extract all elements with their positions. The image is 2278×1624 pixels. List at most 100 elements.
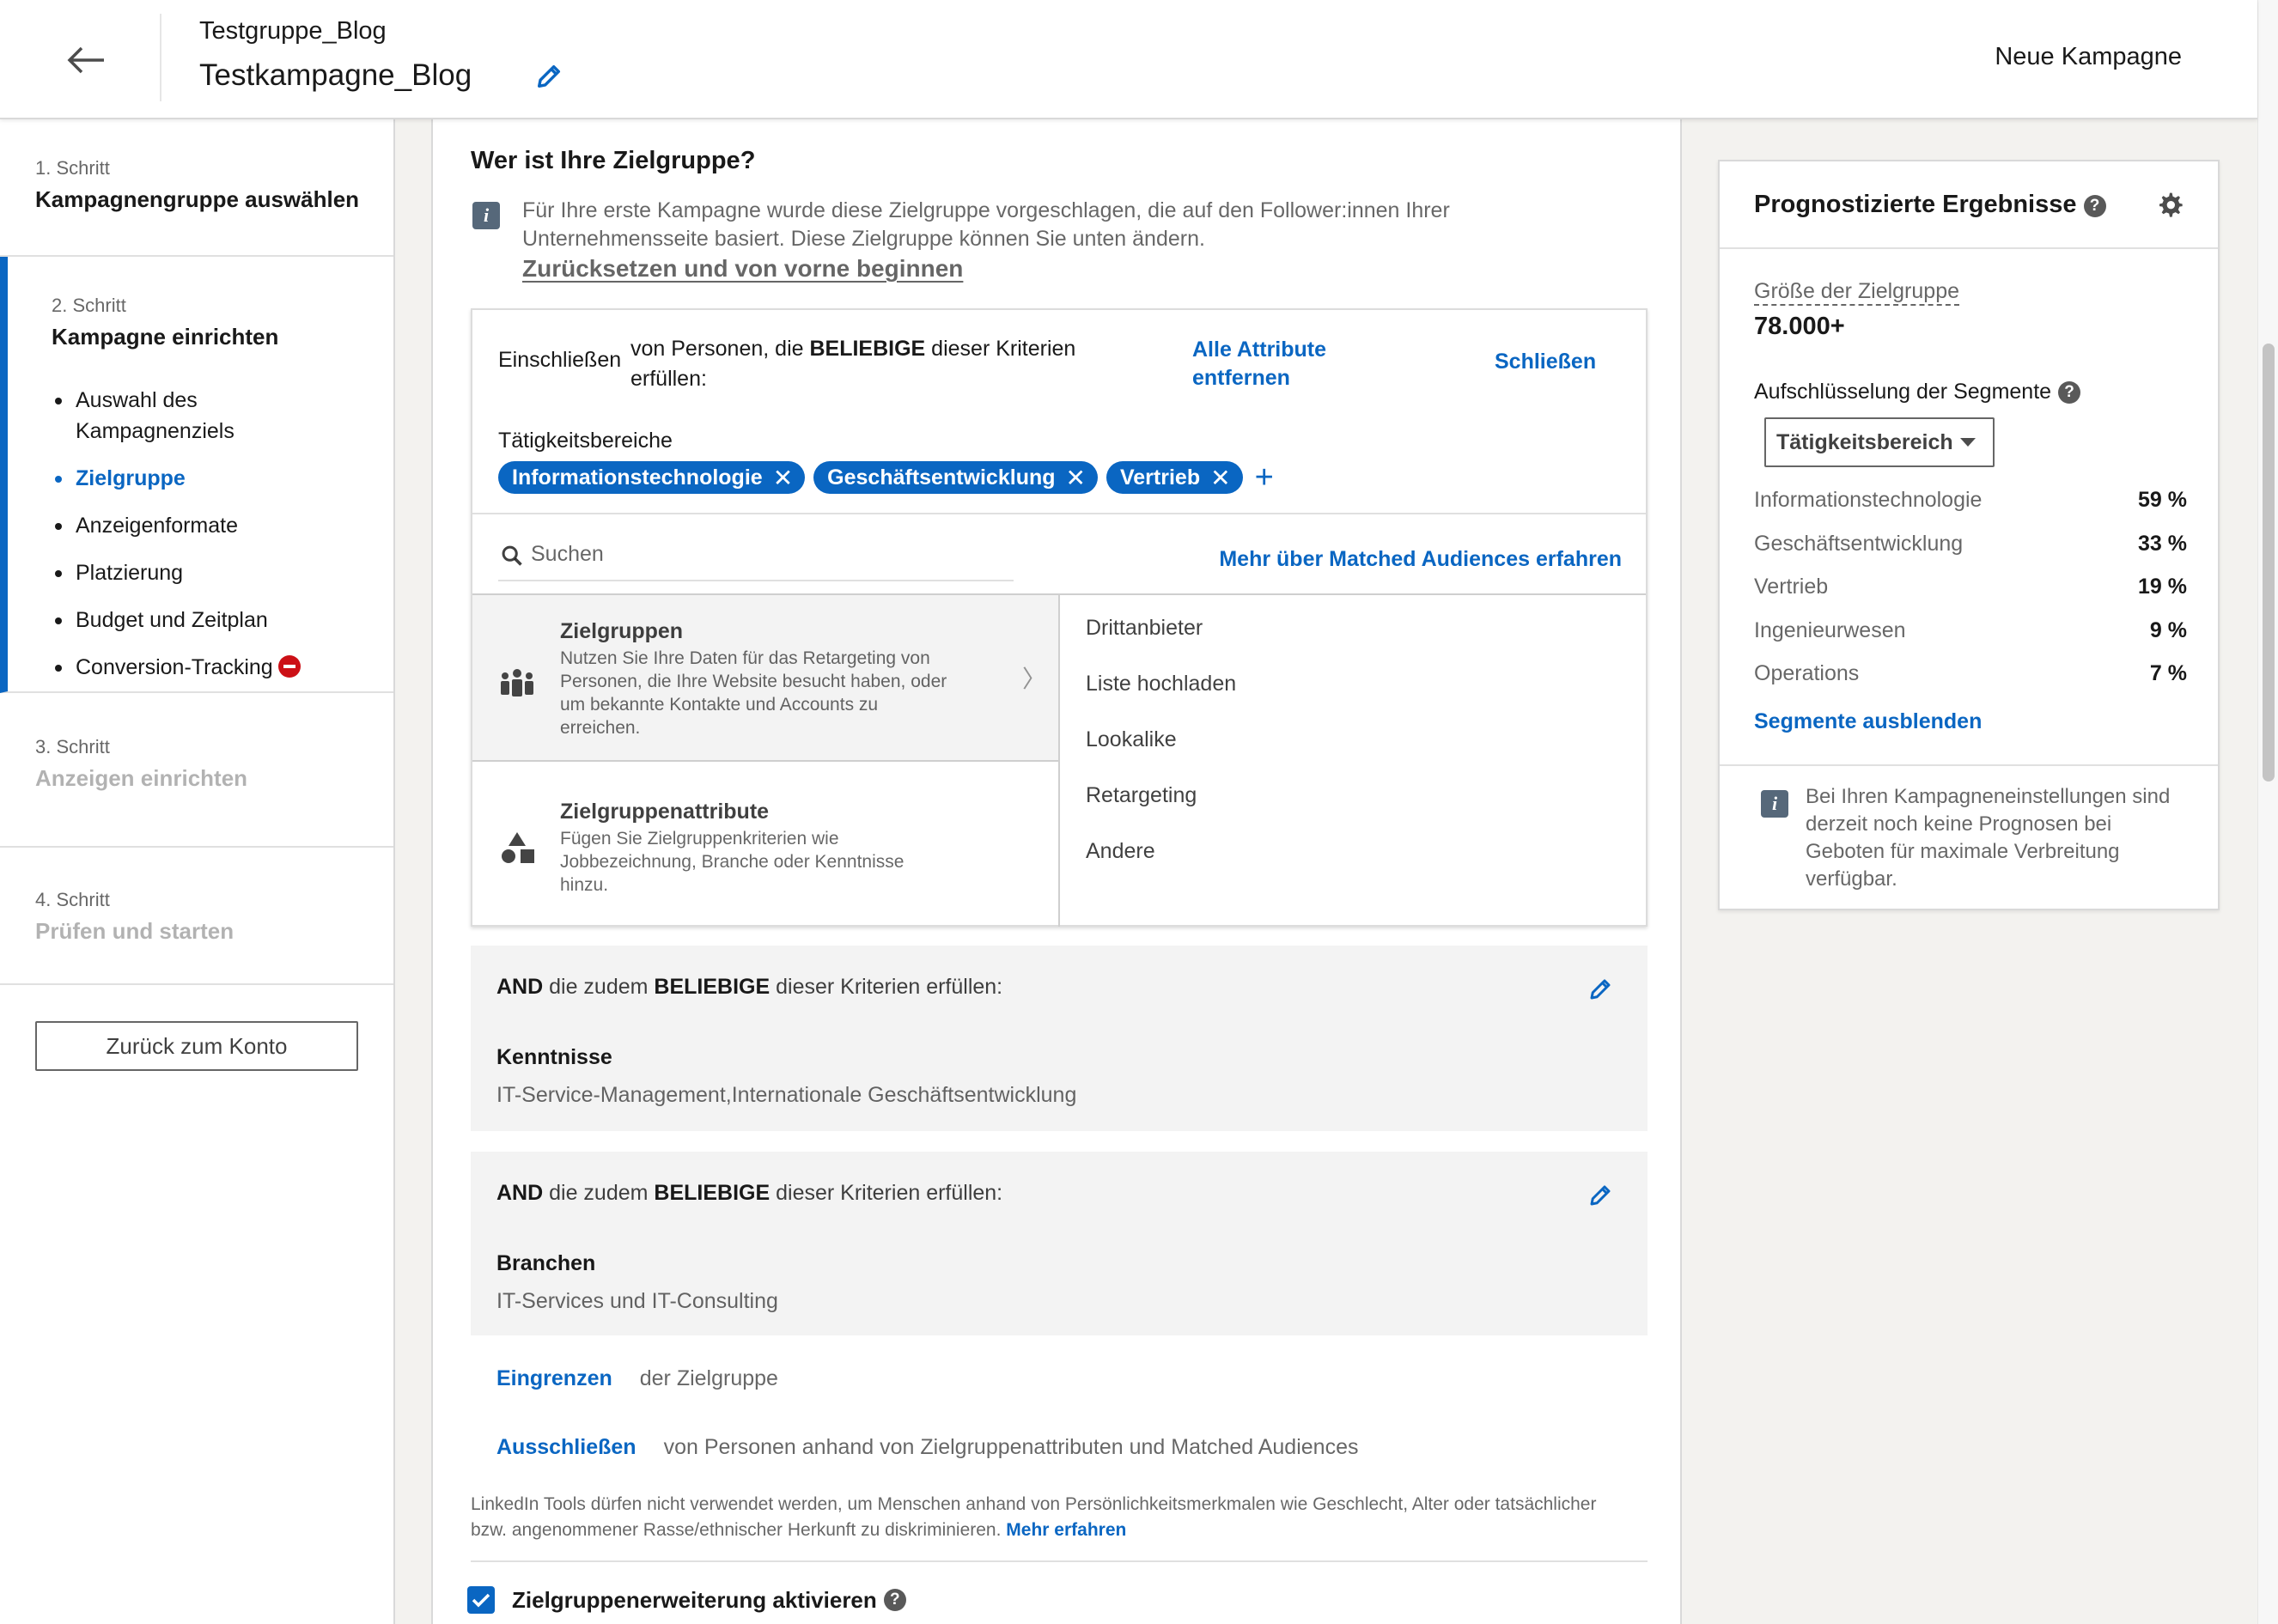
substep-budget[interactable]: Budget und Zeitplan [52,605,393,636]
step-title: Kampagne einrichten [52,324,279,350]
divider [472,513,1646,514]
header-divider [160,14,161,101]
matched-audiences-link[interactable]: Mehr über Matched Audiences erfahren [1219,547,1622,572]
segment-row: Informationstechnologie 59 % [1754,488,2187,512]
search-field [498,530,1014,581]
option-audiences[interactable]: Zielgruppen Nutzen Sie Ihre Daten für da… [472,595,1058,762]
pencil-icon[interactable] [534,62,563,91]
option-audience-attributes[interactable]: Zielgruppenattribute Fügen Sie Zielgrupp… [472,762,1058,927]
remove-all-attributes-link[interactable]: Alle Attribute entfernen [1192,336,1398,392]
segment-row: Vertrieb 19 % [1754,575,2187,599]
reset-link[interactable]: Zurücksetzen und von vorne beginnen [522,255,963,283]
chip-list: Informationstechnologie ✕ Geschäftsentwic… [498,461,1274,494]
narrow-row: Eingrenzen der Zielgruppe [496,1366,778,1391]
top-header: Testgruppe_Blog Testkampagne_Blog Neue K… [0,0,2257,119]
forecast-title: Prognostizierte Ergebnisse? [1754,191,2106,219]
segment-row: Operations 7 % [1754,661,2187,685]
substep-audience[interactable]: Zielgruppe [52,463,393,494]
plus-icon[interactable]: + [1255,461,1274,494]
step-title: Prüfen und starten [35,918,234,944]
divider [1058,593,1060,927]
exclude-text: von Personen anhand von Zielgruppenattri… [663,1435,1359,1459]
scrollbar-thumb[interactable] [2263,344,2275,782]
back-arrow-icon [67,46,104,74]
audience-expansion-label: Zielgruppenerweiterung aktivieren [512,1586,877,1613]
shapes-icon [502,832,534,863]
narrow-text: der Zielgruppe [639,1366,778,1390]
include-label: Einschließen [498,348,622,372]
gear-icon[interactable] [2156,191,2184,218]
page-scrollbar[interactable] [2257,0,2278,1624]
step-2[interactable]: 2. Schritt Kampagne einrichten Auswahl d… [0,257,393,693]
step-title: Kampagnengruppe auswählen [35,186,360,212]
info-icon: i [1761,790,1788,818]
sub-option-upload-list[interactable]: Liste hochladen [1086,672,1236,727]
sub-option-lookalike[interactable]: Lookalike [1086,727,1236,783]
pencil-icon[interactable] [1587,976,1613,1002]
audience-size-value: 78.000+ [1754,313,1845,340]
include-criteria-box: Einschließen von Personen, die BELIEBIGE… [471,308,1648,927]
disclaimer-text: LinkedIn Tools dürfen nicht verwendet we… [471,1494,1597,1540]
hide-segments-link[interactable]: Segmente ausblenden [1754,709,1982,734]
sub-option-retargeting[interactable]: Retargeting [1086,783,1236,839]
criteria-value: IT-Services und IT-Consulting [496,1289,778,1313]
step-1[interactable]: 1. Schritt Kampagnengruppe auswählen [0,119,393,257]
segment-row: Ingenieurwesen 9 % [1754,617,2187,642]
audience-size-label: Größe der Zielgruppe [1754,278,1960,306]
substep-placement[interactable]: Platzierung [52,557,393,588]
campaign-group-name: Testgruppe_Blog [199,17,387,45]
help-icon[interactable]: ? [883,1589,906,1611]
segment-list: Informationstechnologie 59 % Geschäftsent… [1754,488,2187,705]
and-criteria-skills: AND die zudem BELIEBIGE dieser Kriterien… [471,946,1648,1131]
help-icon[interactable]: ? [2058,381,2081,404]
audience-section: Wer ist Ihre Zielgruppe? i Für Ihre erst… [431,119,1682,1624]
step-number: 1. Schritt [35,157,110,179]
chip-geschaeftsentwicklung: Geschäftsentwicklung ✕ [813,461,1098,494]
help-icon[interactable]: ? [2083,195,2106,217]
back-button[interactable] [52,26,120,94]
close-icon[interactable]: ✕ [1066,464,1086,492]
exclude-link[interactable]: Ausschließen [496,1435,636,1459]
search-icon [502,545,522,566]
chevron-down-icon [1959,438,1976,447]
criteria-value: IT-Service-Management,Internationale Ges… [496,1083,1077,1107]
no-entry-icon [277,655,301,678]
audience-expansion-row: Zielgruppenerweiterung aktivieren ? [467,1586,906,1614]
step-3: 3. Schritt Anzeigen einrichten [0,693,393,848]
criteria-category: Kenntnisse [496,1045,612,1069]
and-description: AND die zudem BELIEBIGE dieser Kriterien… [496,1181,1003,1205]
learn-more-link[interactable]: Mehr erfahren [1006,1520,1126,1540]
exclude-row: Ausschließen von Personen anhand von Ziel… [496,1435,1358,1460]
people-group-icon [501,669,533,696]
option-description: Fügen Sie Zielgruppenkriterien wie Jobbe… [560,829,904,895]
and-description: AND die zudem BELIEBIGE dieser Kriterien… [496,975,1003,999]
substep-conversion-tracking[interactable]: Conversion-Tracking [52,652,393,683]
close-link[interactable]: Schließen [1495,350,1596,374]
sub-option-other[interactable]: Andere [1086,839,1236,895]
steps-sidebar: 1. Schritt Kampagnengruppe auswählen 2. … [0,119,395,1624]
audience-expansion-checkbox[interactable] [467,1586,495,1614]
forecast-panel: Prognostizierte Ergebnisse? Größe der Zi… [1718,160,2220,910]
chip-informationstechnologie: Informationstechnologie ✕ [498,461,806,494]
substep-ad-formats[interactable]: Anzeigenformate [52,510,393,541]
step-number: 2. Schritt [52,295,126,316]
sub-option-third-party[interactable]: Drittanbieter [1086,616,1236,672]
info-text: Für Ihre erste Kampagne wurde diese Ziel… [522,198,1450,251]
and-criteria-industries: AND die zudem BELIEBIGE dieser Kriterien… [471,1152,1648,1335]
new-campaign-label: Neue Kampagne [1995,43,2182,70]
close-icon[interactable]: ✕ [1210,464,1230,492]
segment-dropdown[interactable]: Tätigkeitsbereich [1764,417,1995,467]
pencil-icon[interactable] [1587,1183,1613,1208]
sub-option-list: Drittanbieter Liste hochladen Lookalike … [1086,616,1236,895]
back-to-account-button[interactable]: Zurück zum Konto [35,1021,358,1071]
substep-objective[interactable]: Auswahl des Kampagnenziels [52,385,249,447]
search-input[interactable] [531,537,1003,571]
segment-breakdown-title: Aufschlüsselung der Segmente? [1754,380,2081,404]
close-icon[interactable]: ✕ [773,464,793,492]
section-title: Wer ist Ihre Zielgruppe? [471,147,756,174]
category-title: Tätigkeitsbereiche [498,429,673,453]
divider [1720,764,2218,766]
info-icon: i [472,202,500,229]
narrow-link[interactable]: Eingrenzen [496,1366,612,1390]
option-title: Zielgruppenattribute [560,800,770,824]
